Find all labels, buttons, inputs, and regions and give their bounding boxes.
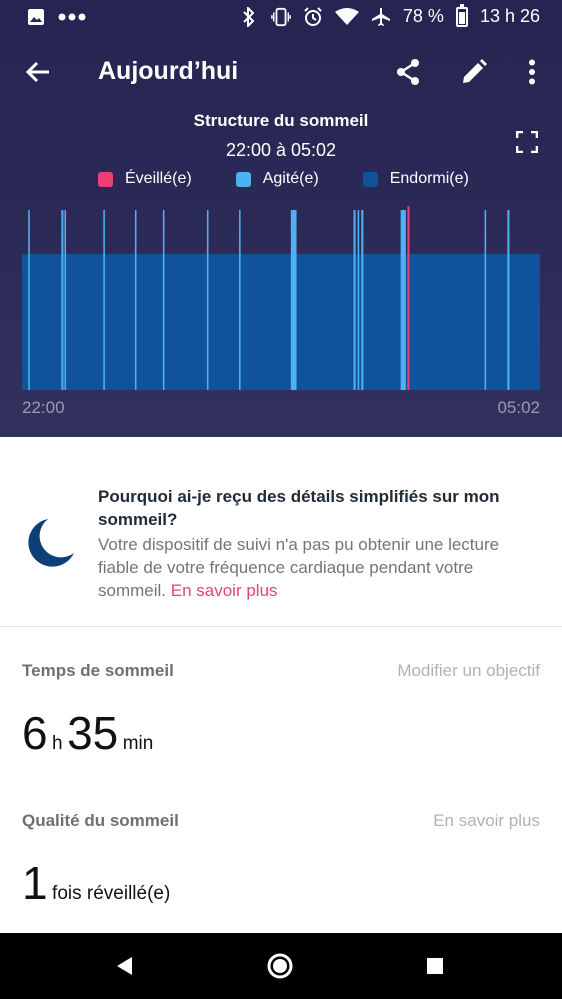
sleep-stage-restless-bar <box>290 210 297 390</box>
sleep-stage-restless-bar <box>484 210 487 390</box>
chart-title: Structure du sommeil <box>193 111 369 130</box>
sleep-stage-restless-bar <box>507 210 510 390</box>
awakenings-unit: fois réveillé(e) <box>52 883 171 904</box>
share-icon[interactable] <box>390 54 426 90</box>
clock: 13 h 26 <box>479 6 540 26</box>
sleep-stage-awake-bar <box>407 206 410 390</box>
app-bar: Aujourd’hui <box>0 44 562 100</box>
sleep-stage-restless-bar <box>400 210 406 390</box>
back-icon[interactable] <box>20 54 56 90</box>
quality-learn-more-link[interactable]: En savoir plus <box>433 811 540 831</box>
moon-icon <box>24 517 76 569</box>
sleep-time-label: Temps de sommeil <box>22 661 174 680</box>
vibrate-icon <box>271 7 291 27</box>
sleep-quality-label: Qualité du sommeil <box>22 811 179 830</box>
awakenings: 1 fois réveillé(e) <box>22 856 170 910</box>
page-title: Aujourd’hui <box>98 57 239 85</box>
sleep-stage-restless-bar <box>206 210 209 390</box>
info-card-title: Pourquoi ai-je reçu des détails simplifi… <box>98 487 500 529</box>
sleep-stage-chart[interactable] <box>22 206 540 390</box>
sleep-stage-restless-bar <box>361 210 364 390</box>
legend-swatch-awake <box>98 171 113 187</box>
more-dots-icon <box>58 7 86 27</box>
awakenings-count: 1 <box>22 857 48 909</box>
legend-item-asleep: Endormi(e) <box>362 170 469 188</box>
sleep-stage-chart-svg <box>22 206 540 390</box>
simplified-details-card: Pourquoi ai-je reçu des détails simplifi… <box>0 437 562 627</box>
sleep-header: 78 % 13 h 26 Aujourd’hui Structure du so… <box>0 0 562 437</box>
x-axis-end-label: 05:02 <box>497 398 540 417</box>
more-vert-icon[interactable] <box>514 54 550 90</box>
learn-more-link[interactable]: En savoir plus <box>171 581 278 600</box>
sleep-stage-restless-bar <box>64 210 67 390</box>
bluetooth-icon <box>239 6 259 27</box>
info-card-body: Votre dispositif de suivi n'a pas pu obt… <box>98 533 544 602</box>
image-icon <box>26 7 46 27</box>
chart-time-range: 22:00 à 05:02 <box>225 140 337 160</box>
alarm-icon <box>303 6 323 27</box>
sleep-stage-restless-bar <box>162 210 165 390</box>
sleep-hours: 6 <box>22 707 48 759</box>
legend-swatch-restless <box>235 171 251 187</box>
airplane-icon <box>371 7 391 27</box>
minutes-unit: min <box>122 733 154 754</box>
legend-swatch-asleep <box>362 171 378 187</box>
sleep-stage-restless-bar <box>28 210 30 390</box>
status-bar: 78 % 13 h 26 <box>0 0 562 34</box>
sleep-stage-restless-bar <box>353 210 356 390</box>
edit-goal-link[interactable]: Modifier un objectif <box>397 661 540 681</box>
fullscreen-icon[interactable] <box>515 130 544 159</box>
legend-item-awake: Éveillé(e) <box>98 170 192 188</box>
legend-label-restless: Agité(e) <box>262 170 319 187</box>
hours-unit: h <box>52 733 63 754</box>
battery-icon <box>455 3 468 27</box>
chart-legend: Éveillé(e) Agité(e) Endormi(e) <box>98 170 513 188</box>
sleep-stage-restless-bar <box>103 210 105 390</box>
sleep-stage-restless-bar <box>134 210 137 390</box>
system-nav-bar <box>0 933 562 999</box>
legend-label-asleep: Endormi(e) <box>389 170 469 187</box>
back-triangle-icon[interactable] <box>110 951 140 981</box>
legend-item-restless: Agité(e) <box>235 170 319 188</box>
wifi-icon <box>334 7 359 27</box>
legend-label-awake: Éveillé(e) <box>125 170 192 187</box>
sleep-stage-asleep-bar <box>22 254 540 390</box>
home-circle-icon[interactable] <box>265 951 295 981</box>
sleep-stage-restless-bar <box>239 210 241 390</box>
sleep-stage-restless-bar <box>61 210 64 390</box>
sleep-duration: 6 h 35 min <box>22 706 153 760</box>
sleep-stage-restless-bar <box>357 210 360 390</box>
recents-square-icon[interactable] <box>420 951 450 981</box>
edit-icon[interactable] <box>456 54 492 90</box>
x-axis-start-label: 22:00 <box>22 398 65 417</box>
battery-percent: 78 % <box>402 6 444 26</box>
sleep-minutes: 35 <box>67 707 119 759</box>
info-card-text: Votre dispositif de suivi n'a pas pu obt… <box>98 535 500 600</box>
